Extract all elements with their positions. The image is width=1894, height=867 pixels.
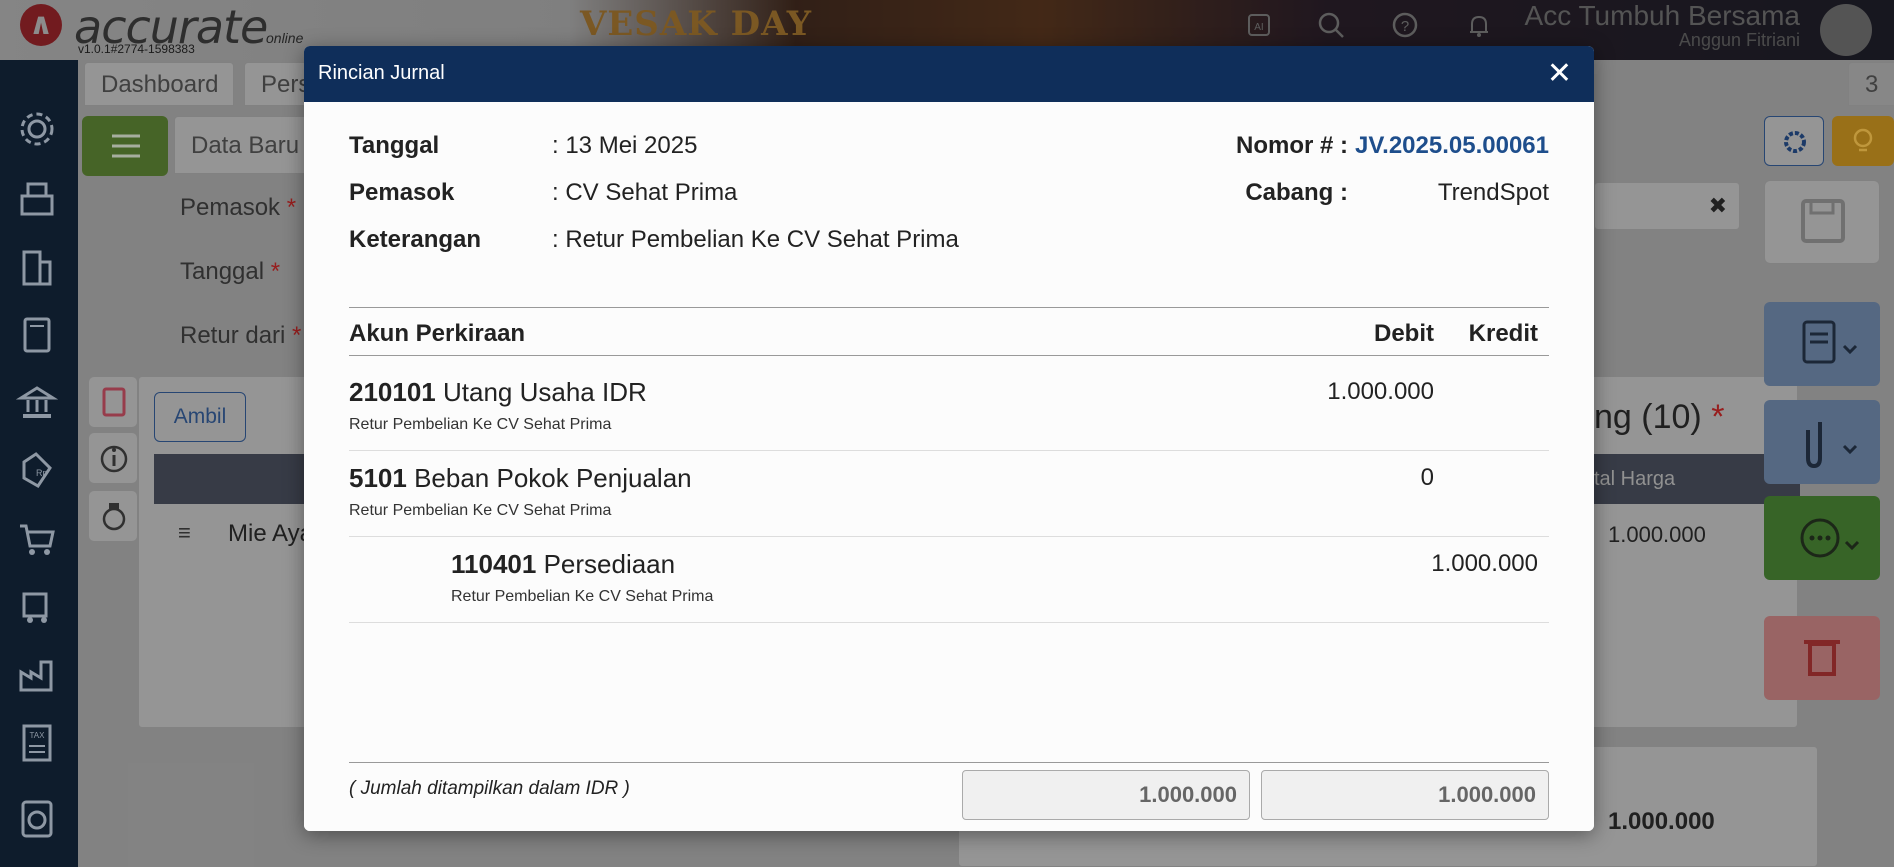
modal-body: Tanggal : 13 Mei 2025 Pemasok : CV Sehat…	[304, 102, 1594, 831]
building-icon[interactable]	[16, 246, 58, 288]
close-icon[interactable]: ✕	[1547, 56, 1572, 91]
header-divider	[349, 307, 1549, 308]
sidebar: Rp TAX	[0, 60, 78, 867]
footer-divider	[349, 762, 1549, 763]
modal-header: Rincian Jurnal ✕	[304, 46, 1594, 102]
purchase-icon[interactable]	[16, 586, 58, 628]
currency-footnote: ( Jumlah ditampilkan dalam IDR )	[349, 778, 630, 799]
modal-title: Rincian Jurnal	[318, 62, 445, 84]
account-description: Retur Pembelian Ke CV Sehat Prima	[451, 588, 714, 605]
account-description: Retur Pembelian Ke CV Sehat Prima	[349, 416, 612, 433]
journal-detail-modal: Rincian Jurnal ✕ Tanggal : 13 Mei 2025 P…	[304, 46, 1594, 831]
debit-amount: 1.000.000	[1327, 378, 1434, 405]
account-description: Retur Pembelian Ke CV Sehat Prima	[349, 502, 612, 519]
row-divider	[349, 622, 1549, 623]
bank-icon[interactable]	[15, 382, 59, 424]
account-line: 210101 Utang Usaha IDR	[349, 377, 647, 407]
tax-icon[interactable]: TAX	[16, 722, 58, 764]
svg-text:TAX: TAX	[30, 731, 46, 740]
tanggal-label: Tanggal	[349, 132, 440, 159]
column-kredit: Kredit	[1468, 320, 1538, 347]
column-akun-perkiraan: Akun Perkiraan	[349, 320, 526, 347]
keterangan-label: Keterangan	[349, 226, 482, 253]
nomor-value-link[interactable]: JV.2025.05.00061	[1308, 132, 1549, 160]
cart-icon[interactable]	[16, 518, 58, 560]
cabang-value: TrendSpot	[1437, 179, 1549, 206]
svg-text:Rp: Rp	[36, 468, 48, 478]
report-icon[interactable]	[16, 798, 58, 840]
debit-amount: 0	[1420, 464, 1434, 491]
account-line: 110401 Persediaan	[451, 549, 676, 579]
account-line: 5101 Beban Pokok Penjualan	[349, 463, 692, 493]
keterangan-value: : Retur Pembelian Ke CV Sehat Prima	[552, 226, 959, 253]
total-kredit-field: 1.000.000	[1261, 770, 1549, 820]
factory-icon[interactable]	[16, 654, 58, 696]
row-divider	[349, 450, 1549, 451]
fax-icon[interactable]	[16, 178, 58, 220]
columns-divider	[349, 355, 1549, 356]
tanggal-value: : 13 Mei 2025	[552, 132, 698, 159]
gear-icon[interactable]	[16, 108, 58, 150]
kredit-amount: 1.000.000	[1431, 550, 1538, 577]
total-debit-field: 1.000.000	[962, 770, 1250, 820]
row-divider	[349, 536, 1549, 537]
pemasok-label: Pemasok	[349, 179, 455, 206]
pemasok-value: : CV Sehat Prima	[552, 179, 738, 206]
price-tag-icon[interactable]: Rp	[16, 450, 58, 492]
book-icon[interactable]	[16, 314, 58, 356]
app-root: ∧ accurate online v1.0.1#2774-1598383 VE…	[0, 0, 1894, 867]
